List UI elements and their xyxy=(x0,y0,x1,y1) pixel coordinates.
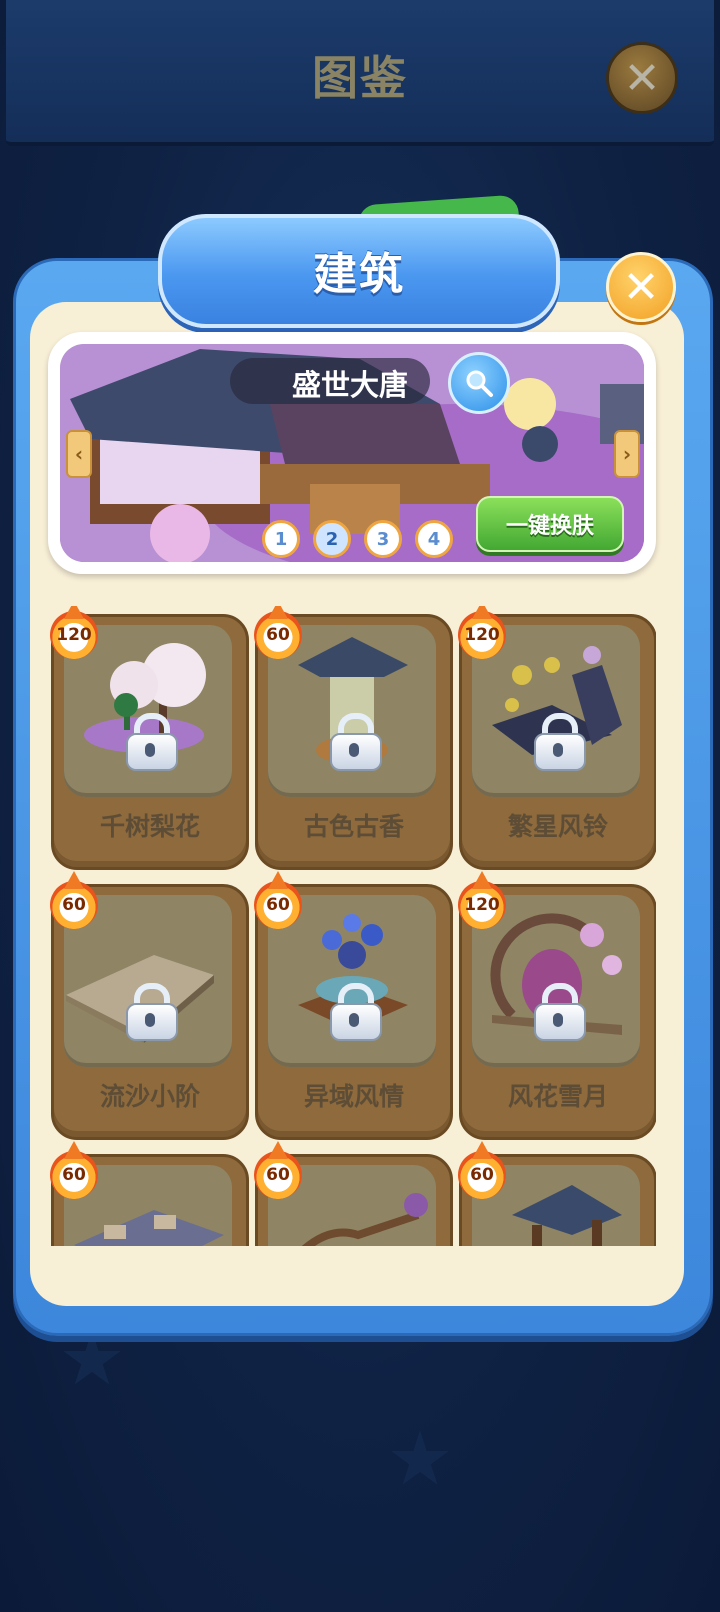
padlock-icon xyxy=(534,983,586,1041)
item-name: 古色古香 xyxy=(303,812,404,841)
banner-next-button[interactable]: › xyxy=(614,430,640,478)
page-dot-4[interactable]: 4 xyxy=(415,520,453,558)
chevron-left-icon: ‹ xyxy=(74,442,84,466)
flame-icon: 120 xyxy=(458,611,506,659)
item-name: 千树梨花 xyxy=(99,812,200,841)
item-card[interactable]: 60 古色古香 xyxy=(254,611,453,870)
item-grid: 120 千树梨花 60 古色古香 120 繁星风铃 60 流沙小阶 60 异域风… xyxy=(48,606,656,1246)
item-card[interactable]: 120 繁星风铃 xyxy=(458,611,656,870)
item-card[interactable]: 60 xyxy=(458,1151,656,1246)
item-card[interactable]: 60 xyxy=(50,1151,249,1246)
padlock-icon xyxy=(126,713,178,771)
flame-icon: 120 xyxy=(50,611,98,659)
item-card[interactable]: 60 流沙小阶 xyxy=(50,881,249,1140)
top-close-button[interactable]: ✕ xyxy=(606,42,678,114)
padlock-icon xyxy=(330,713,382,771)
chevron-right-icon: › xyxy=(622,442,632,466)
banner-prev-button[interactable]: ‹ xyxy=(66,430,92,478)
padlock-icon xyxy=(534,713,586,771)
one-click-skin-button[interactable]: 一键换肤 xyxy=(476,496,624,552)
item-name: 繁星风铃 xyxy=(507,812,608,841)
close-icon: ✕ xyxy=(623,52,661,104)
item-name: 异域风情 xyxy=(303,1082,404,1111)
page-dot-3[interactable]: 3 xyxy=(364,520,402,558)
item-card[interactable]: 120 千树梨花 xyxy=(50,611,249,870)
item-card[interactable]: 60 异域风情 xyxy=(254,881,453,1140)
flame-icon: 120 xyxy=(458,881,506,929)
close-icon: ✕ xyxy=(622,261,660,313)
item-card[interactable]: 60 xyxy=(254,1151,453,1246)
flame-icon: 60 xyxy=(254,881,302,929)
preview-search-button[interactable] xyxy=(448,352,510,414)
item-name: 风花雪月 xyxy=(507,1082,608,1111)
banner-pagination: 1 2 3 4 xyxy=(262,520,453,558)
item-card[interactable]: 120 风花雪月 xyxy=(458,881,656,1140)
padlock-icon xyxy=(126,983,178,1041)
page-dot-1[interactable]: 1 xyxy=(262,520,300,558)
flame-icon: 60 xyxy=(50,881,98,929)
page-dot-2[interactable]: 2 xyxy=(313,520,351,558)
item-name: 流沙小阶 xyxy=(99,1082,200,1111)
panel-close-button[interactable]: ✕ xyxy=(606,252,676,322)
flame-icon: 60 xyxy=(458,1151,506,1199)
padlock-icon xyxy=(330,983,382,1041)
flame-icon: 60 xyxy=(254,611,302,659)
panel-title: 建筑 xyxy=(313,249,405,300)
flame-icon: 60 xyxy=(254,1151,302,1199)
flame-icon: 60 xyxy=(50,1151,98,1199)
magnifier-icon xyxy=(466,370,493,397)
